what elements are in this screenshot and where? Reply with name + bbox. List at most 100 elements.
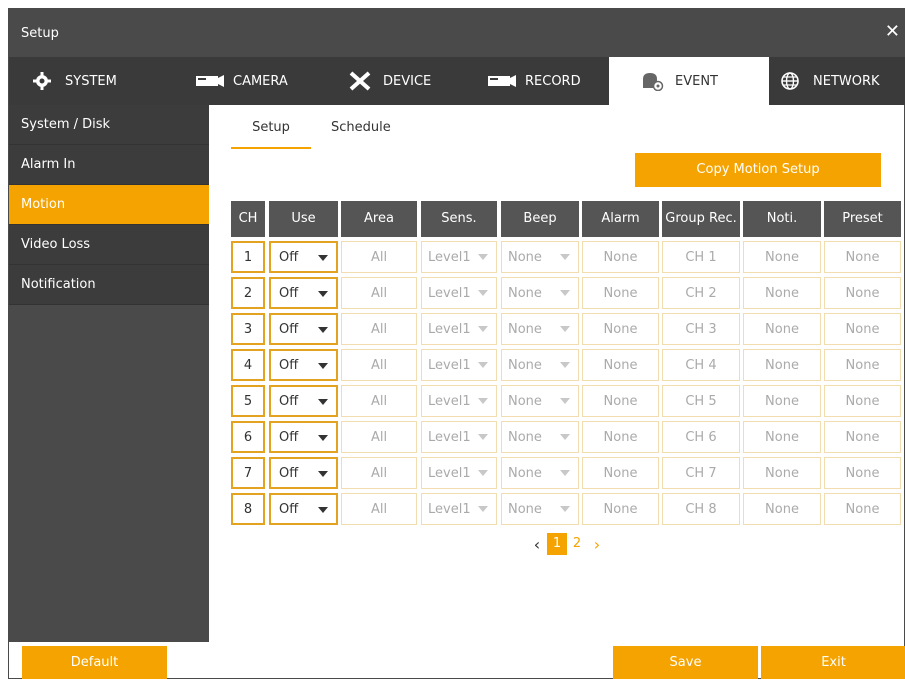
noti-cell-text: None: [765, 357, 799, 373]
tab-system[interactable]: SYSTEM: [27, 57, 177, 105]
use-select[interactable]: Off: [269, 493, 338, 525]
sidebar-item-notification[interactable]: Notification: [9, 265, 209, 305]
area-cell[interactable]: All: [341, 385, 417, 417]
ch-cell-text: 2: [243, 285, 253, 301]
use-select-text: Off: [279, 357, 299, 373]
sens-select[interactable]: Level1: [421, 349, 497, 381]
next-page-icon[interactable]: ›: [587, 535, 607, 554]
preset-cell[interactable]: None: [824, 241, 901, 273]
alarm-cell[interactable]: None: [582, 241, 659, 273]
alarm-cell[interactable]: None: [582, 457, 659, 489]
alarm-cell[interactable]: None: [582, 349, 659, 381]
group-rec-cell[interactable]: CH 3: [662, 313, 740, 345]
tab-event[interactable]: EVENT: [609, 57, 769, 105]
tab-record[interactable]: RECORD: [487, 57, 627, 105]
beep-select[interactable]: None: [501, 493, 579, 525]
beep-select-text: None: [508, 429, 542, 445]
area-cell[interactable]: All: [341, 277, 417, 309]
preset-cell[interactable]: None: [824, 349, 901, 381]
use-select[interactable]: Off: [269, 457, 338, 489]
sens-select[interactable]: Level1: [421, 493, 497, 525]
alarm-cell[interactable]: None: [582, 277, 659, 309]
preset-cell[interactable]: None: [824, 457, 901, 489]
area-cell-text: All: [370, 285, 388, 301]
page-2[interactable]: 2: [567, 533, 587, 555]
area-cell[interactable]: All: [341, 313, 417, 345]
alarm-cell[interactable]: None: [582, 493, 659, 525]
exit-button[interactable]: Exit: [761, 646, 905, 679]
noti-cell[interactable]: None: [743, 493, 821, 525]
alarm-cell[interactable]: None: [582, 313, 659, 345]
use-select[interactable]: Off: [269, 313, 338, 345]
beep-select[interactable]: None: [501, 421, 579, 453]
area-cell-text: All: [370, 429, 388, 445]
preset-cell[interactable]: None: [824, 493, 901, 525]
sidebar-item-video-loss[interactable]: Video Loss: [9, 225, 209, 265]
group-rec-cell[interactable]: CH 8: [662, 493, 740, 525]
preset-cell[interactable]: None: [824, 313, 901, 345]
area-cell[interactable]: All: [341, 421, 417, 453]
tab-schedule[interactable]: Schedule: [331, 117, 401, 149]
group-rec-cell[interactable]: CH 5: [662, 385, 740, 417]
noti-cell[interactable]: None: [743, 277, 821, 309]
beep-select[interactable]: None: [501, 349, 579, 381]
area-cell[interactable]: All: [341, 349, 417, 381]
tab-camera[interactable]: CAMERA: [195, 57, 345, 105]
column-header: Area: [341, 201, 417, 237]
group-rec-cell-text: CH 6: [685, 429, 717, 445]
noti-cell-text: None: [765, 321, 799, 337]
noti-cell[interactable]: None: [743, 241, 821, 273]
sens-select[interactable]: Level1: [421, 241, 497, 273]
tab-device[interactable]: DEVICE: [345, 57, 495, 105]
sens-select[interactable]: Level1: [421, 421, 497, 453]
sens-select[interactable]: Level1: [421, 277, 497, 309]
use-select[interactable]: Off: [269, 421, 338, 453]
save-button[interactable]: Save: [613, 646, 758, 679]
use-select[interactable]: Off: [269, 349, 338, 381]
beep-select[interactable]: None: [501, 313, 579, 345]
noti-cell[interactable]: None: [743, 421, 821, 453]
preset-cell[interactable]: None: [824, 421, 901, 453]
sidebar-item-alarm-in[interactable]: Alarm In: [9, 145, 209, 185]
sidebar-item-motion[interactable]: Motion: [9, 185, 209, 225]
preset-cell-text: None: [845, 501, 880, 517]
group-rec-cell[interactable]: CH 2: [662, 277, 740, 309]
page-1[interactable]: 1: [547, 533, 567, 555]
alarm-cell[interactable]: None: [582, 385, 659, 417]
use-select[interactable]: Off: [269, 385, 338, 417]
default-button[interactable]: Default: [22, 646, 167, 679]
noti-cell[interactable]: None: [743, 385, 821, 417]
beep-select[interactable]: None: [501, 385, 579, 417]
alarm-cell[interactable]: None: [582, 421, 659, 453]
beep-select[interactable]: None: [501, 277, 579, 309]
noti-cell[interactable]: None: [743, 313, 821, 345]
area-cell[interactable]: All: [341, 457, 417, 489]
beep-select[interactable]: None: [501, 241, 579, 273]
use-select[interactable]: Off: [269, 241, 338, 273]
preset-cell[interactable]: None: [824, 385, 901, 417]
group-rec-cell[interactable]: CH 7: [662, 457, 740, 489]
prev-page-icon[interactable]: ‹: [527, 535, 547, 554]
sidebar-item-system-disk[interactable]: System / Disk: [9, 105, 209, 145]
chevron-down-icon: [478, 398, 488, 404]
sens-select[interactable]: Level1: [421, 313, 497, 345]
group-rec-cell[interactable]: CH 6: [662, 421, 740, 453]
beep-select-text: None: [508, 465, 542, 481]
sens-select[interactable]: Level1: [421, 385, 497, 417]
area-cell[interactable]: All: [341, 493, 417, 525]
sens-select[interactable]: Level1: [421, 457, 497, 489]
copy-motion-setup-button[interactable]: Copy Motion Setup: [635, 153, 881, 187]
tab-setup[interactable]: Setup: [231, 117, 311, 149]
preset-cell[interactable]: None: [824, 277, 901, 309]
group-rec-cell[interactable]: CH 1: [662, 241, 740, 273]
use-select[interactable]: Off: [269, 277, 338, 309]
close-icon[interactable]: ✕: [885, 21, 900, 42]
chevron-down-icon: [478, 326, 488, 332]
area-cell[interactable]: All: [341, 241, 417, 273]
group-rec-cell[interactable]: CH 4: [662, 349, 740, 381]
noti-cell[interactable]: None: [743, 457, 821, 489]
area-cell-text: All: [370, 501, 388, 517]
noti-cell[interactable]: None: [743, 349, 821, 381]
beep-select[interactable]: None: [501, 457, 579, 489]
tab-network[interactable]: NETWORK: [775, 57, 905, 105]
